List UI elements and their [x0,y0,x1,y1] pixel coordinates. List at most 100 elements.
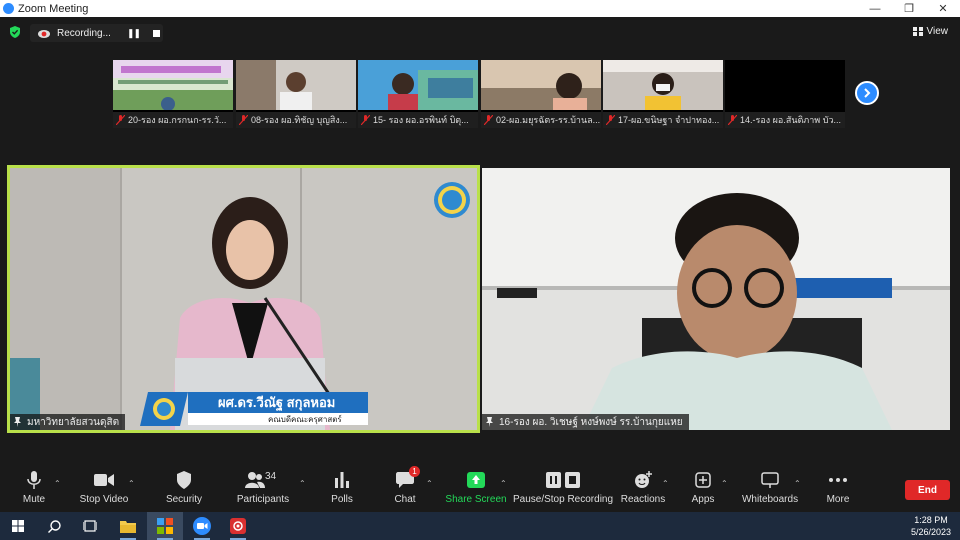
participant-name: 15- รอง ผอ.อรพินท์ บิตุ... [373,115,469,125]
pause-stop-recording-icon [546,472,580,488]
more-dots-icon [829,478,847,482]
pin-icon [14,417,21,427]
stop-video-button[interactable]: Stop Video [78,470,130,505]
polls-label: Polls [331,494,353,505]
participant-video [603,60,723,110]
chat-unread-badge: 1 [409,466,420,477]
apps-icon [695,472,711,488]
participant-thumbnail[interactable]: 17-ผอ.ขนิษฐา จำปาทอง... [603,60,723,128]
pause-recording-icon[interactable]: ❚❚ [127,28,141,39]
apps-options-caret[interactable]: ⌃ [721,479,728,488]
participant-video-feed [482,168,950,430]
participant-name-tag: มหาวิทยาลัยสวนดุสิต [10,414,126,430]
participants-options-caret[interactable]: ⌃ [299,479,306,488]
zoom-taskbar-button[interactable] [184,512,220,540]
muted-mic-icon [361,115,370,125]
task-view-button[interactable] [72,512,108,540]
microphone-icon [27,471,41,489]
view-button[interactable]: View [912,26,949,37]
muted-mic-icon [484,115,493,125]
participants-icon [245,472,265,488]
share-screen-icon [467,472,485,488]
view-label: View [926,26,949,37]
participant-thumbnail[interactable]: 15- รอง ผอ.อรพินท์ บิตุ... [358,60,478,128]
participant-name: 14.-รอง ผอ.สันติภาพ บัว... [740,115,841,125]
participant-video [481,60,601,110]
participant-name: มหาวิทยาลัยสวนดุสิต [27,416,120,428]
restore-button[interactable]: ❐ [892,0,926,17]
shield-icon [177,471,191,489]
reactions-label: Reactions [620,494,666,505]
security-label: Security [165,494,203,505]
stop-recording-icon[interactable] [153,29,161,37]
next-page-button[interactable] [855,81,879,105]
chat-label: Chat [394,494,416,505]
minimize-button[interactable]: — [858,0,892,17]
security-button[interactable]: Security [166,470,202,505]
chat-options-caret[interactable]: ⌃ [426,479,433,488]
muted-mic-icon [116,115,125,125]
participant-thumbnail[interactable]: 20-รอง ผอ.กรกนก-รร.วั... [113,60,233,128]
title-bar: Zoom Meeting — ❐ ✕ [0,0,960,17]
start-button[interactable] [0,512,36,540]
shield-check-icon[interactable] [9,26,21,38]
participant-video-tile[interactable]: 16-รอง ผอ. วิเชษฐ์ หงษ์พงษ์ รร.บ้านกุยแห… [482,168,950,430]
stop-video-label: Stop Video [79,494,129,505]
windows-taskbar: 1:28 PM 5/26/2023 [0,512,960,540]
video-options-caret[interactable]: ⌃ [128,479,135,488]
recording-label: Recording... [57,27,111,39]
search-icon [47,519,61,533]
pause-stop-recording-label: Pause/Stop Recording [512,494,614,505]
folder-icon [120,520,136,533]
participant-video [725,60,845,110]
muted-mic-icon [728,115,737,125]
muted-mic-icon [239,115,248,125]
participant-thumbnail[interactable]: 02-ผอ.มยุรฉัตร-รร.บ้านล... [481,60,601,128]
windows-logo-icon [12,520,24,532]
share-options-caret[interactable]: ⌃ [500,479,507,488]
task-view-icon [83,520,97,532]
university-badge-icon [140,392,188,426]
participant-thumbnail[interactable]: 08-รอง ผอ.ทิชัญ บุญสิง... [236,60,356,128]
system-clock[interactable]: 1:28 PM 5/26/2023 [906,514,956,538]
cloud-recording-icon [38,30,50,38]
pause-stop-recording-button[interactable]: Pause/Stop Recording [513,470,613,505]
search-button[interactable] [36,512,72,540]
participants-count: 34 [265,471,277,482]
reactions-options-caret[interactable]: ⌃ [662,479,669,488]
participant-name-tag: 16-รอง ผอ. วิเชษฐ์ หงษ์พงษ์ รร.บ้านกุยแห… [482,414,689,430]
active-speaker-video[interactable]: ผศ.ดร.วีณัฐ สกุลหอม คณบดีคณะครุศาสตร์ มห… [7,165,480,433]
chevron-right-icon [864,88,871,98]
audio-options-caret[interactable]: ⌃ [54,479,61,488]
participant-name: 02-ผอ.มยุรฉัตร-รร.บ้านล... [496,115,601,125]
whiteboards-button[interactable]: Whiteboards [742,470,798,505]
participant-video [358,60,478,110]
more-button[interactable]: More [826,470,850,505]
app-tile-icon [157,518,173,534]
participant-name: 08-รอง ผอ.ทิชัญ บุญสิง... [251,115,348,125]
whiteboards-options-caret[interactable]: ⌃ [794,479,801,488]
participant-thumbnail[interactable]: 14.-รอง ผอ.สันติภาพ บัว... [725,60,845,128]
participants-label: Participants [236,494,290,505]
zoom-app-icon [193,517,211,535]
meeting-area: Recording... ❚❚ View 20-รอง ผอ.กรกนก-รร.… [0,17,960,512]
mute-button[interactable]: Mute [20,470,48,505]
recorder-taskbar-button[interactable] [220,512,256,540]
polls-button[interactable]: Polls [330,470,354,505]
share-screen-button[interactable]: Share Screen [445,470,507,505]
participants-button[interactable]: 34 Participants [237,470,289,505]
participant-name: 16-รอง ผอ. วิเชษฐ์ หงษ์พงษ์ รร.บ้านกุยแห… [499,416,683,428]
app-taskbar-button[interactable] [147,512,183,540]
file-explorer-taskbar-button[interactable] [110,512,146,540]
name-lower-third: ผศ.ดร.วีณัฐ สกุลหอม คณบดีคณะครุศาสตร์ [140,392,368,426]
apps-label: Apps [691,494,715,505]
chat-button[interactable]: 1 Chat [393,466,420,505]
end-meeting-button[interactable]: End [905,480,950,500]
speaker-video-feed [10,168,477,430]
reactions-button[interactable]: Reactions [620,470,666,505]
whiteboard-icon [761,472,779,488]
video-camera-icon [94,474,114,486]
participant-name: 17-ผอ.ขนิษฐา จำปาทอง... [618,115,720,125]
apps-button[interactable]: Apps [691,470,715,505]
close-button[interactable]: ✕ [926,0,960,17]
